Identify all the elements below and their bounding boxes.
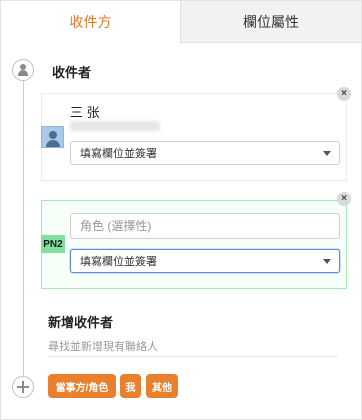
contact-search-input[interactable]: [48, 337, 338, 357]
add-party-role-button[interactable]: 當事方/角色: [48, 374, 116, 398]
remove-recipient-1-close-icon[interactable]: ×: [337, 87, 351, 101]
role-input[interactable]: [70, 213, 340, 239]
tab-bar: 收件方 欄位屬性: [1, 1, 361, 43]
plus-icon[interactable]: [12, 376, 34, 398]
recipient-1-action-select[interactable]: 填寫欄位並簽署: [70, 141, 340, 165]
person-icon: [12, 59, 34, 81]
tab-recipients[interactable]: 收件方: [1, 1, 181, 43]
avatar-icon: [41, 126, 64, 148]
caret-down-icon: [323, 259, 331, 264]
timeline-line: [23, 81, 24, 381]
recipient-email-redacted: [70, 121, 160, 131]
recipient-name: 三 张: [70, 105, 100, 120]
recipients-panel: 收件方 欄位屬性 收件者 × 三 张 填寫欄位並簽署 × PN2 填寫欄位並簽署…: [0, 0, 362, 420]
remove-recipient-2-close-icon[interactable]: ×: [337, 192, 351, 206]
add-me-button[interactable]: 我: [120, 374, 141, 398]
recipient-badge: PN2: [41, 235, 65, 253]
add-other-button[interactable]: 其他: [146, 374, 178, 398]
tab-field-properties[interactable]: 欄位屬性: [181, 1, 361, 43]
recipient-2-action-value: 填寫欄位並簽署: [80, 256, 157, 268]
recipients-section-title: 收件者: [52, 65, 92, 80]
recipient-1-action-value: 填寫欄位並簽署: [80, 148, 157, 160]
add-recipient-title: 新增收件者: [48, 315, 114, 330]
caret-down-icon: [323, 151, 331, 156]
recipient-2-action-select[interactable]: 填寫欄位並簽署: [70, 249, 340, 273]
